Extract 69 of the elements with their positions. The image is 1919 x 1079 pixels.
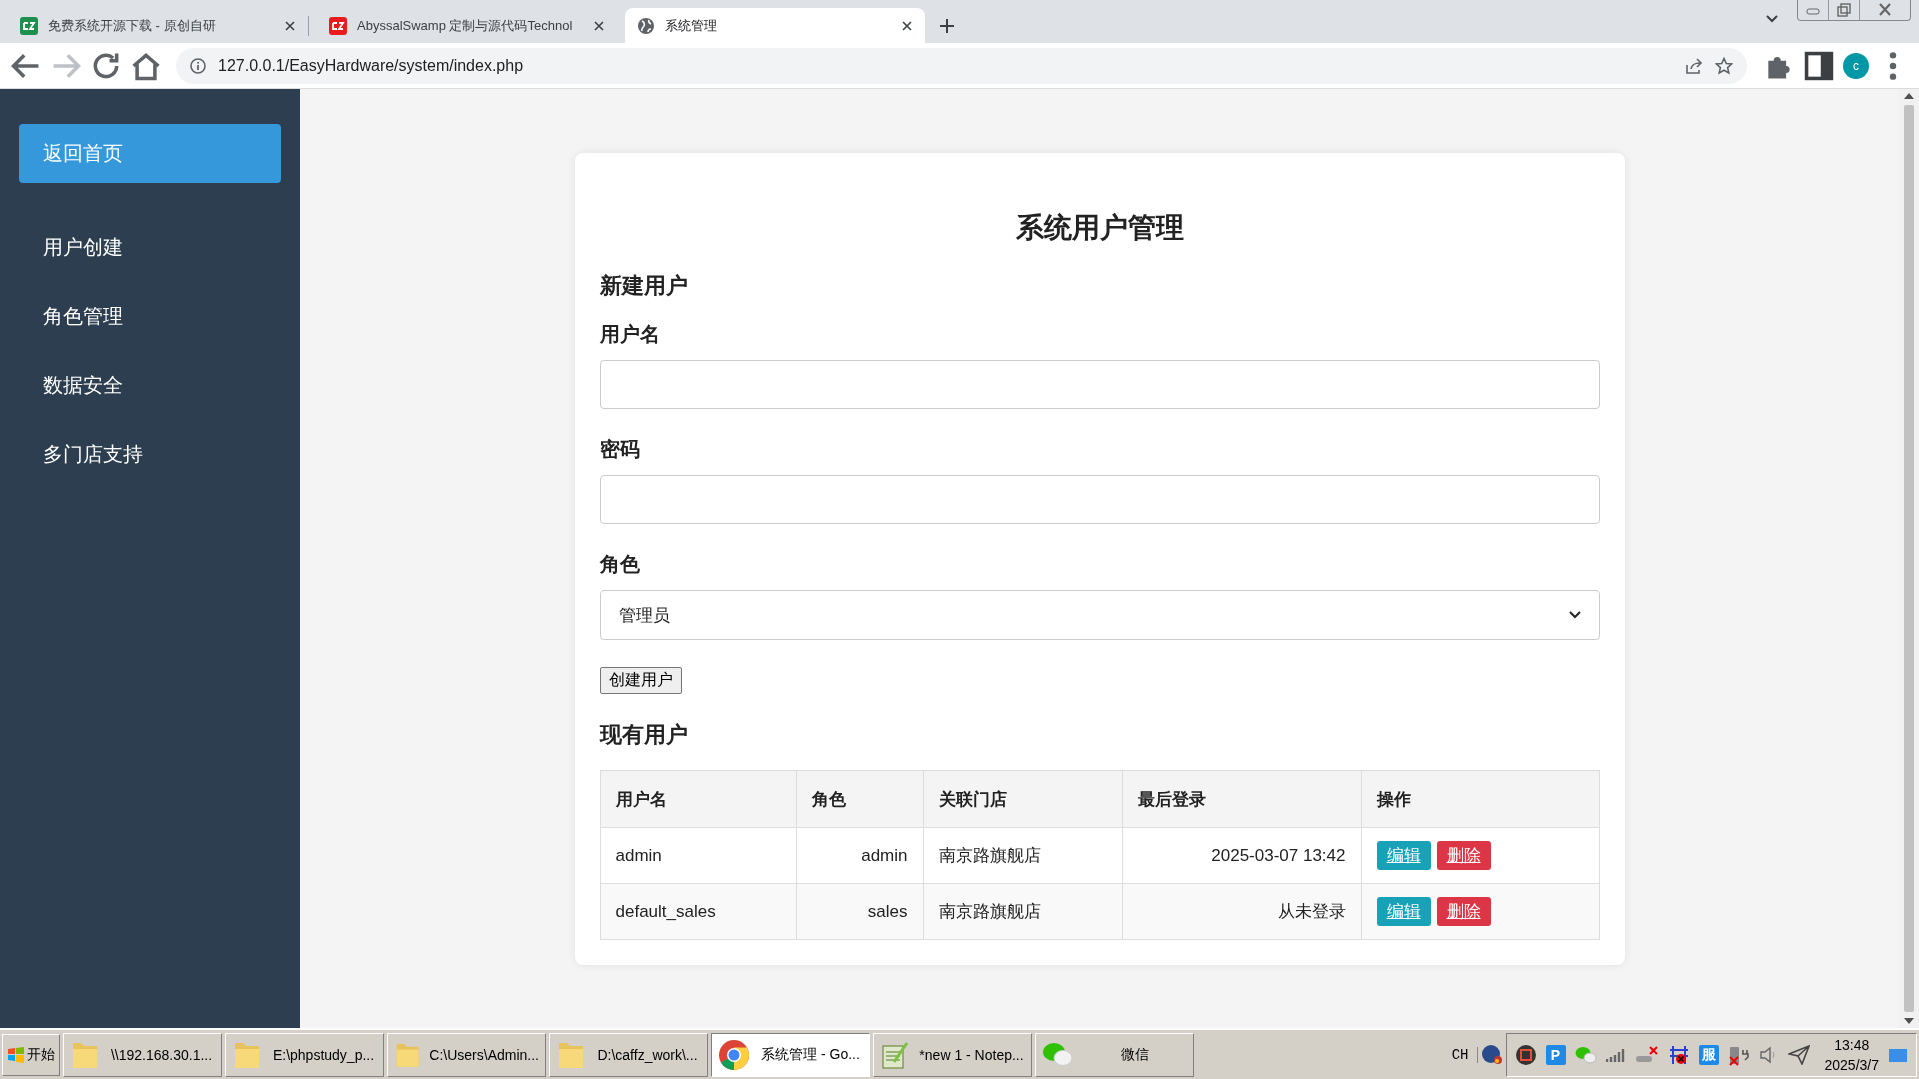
taskbar-button[interactable]: *new 1 - Notep... bbox=[873, 1032, 1032, 1077]
close-icon[interactable] bbox=[593, 19, 605, 32]
column-header: 最后登录 bbox=[1122, 770, 1361, 828]
section-heading: 现有用户 bbox=[599, 721, 689, 749]
table-cell: default_sales bbox=[600, 883, 796, 940]
table-cell: 南京路旗舰店 bbox=[923, 883, 1122, 940]
chevron-down-icon[interactable] bbox=[1765, 14, 1779, 24]
side-panel-icon[interactable] bbox=[1803, 49, 1835, 82]
caret-icon bbox=[1568, 611, 1581, 619]
scroll-down-icon bbox=[1904, 1018, 1914, 1024]
table-cell: 南京路旗舰店 bbox=[923, 827, 1122, 884]
close-icon[interactable] bbox=[284, 19, 296, 32]
taskbar-button[interactable]: E:\phpstudy_p... bbox=[225, 1032, 384, 1077]
globe-icon bbox=[637, 16, 655, 35]
role-dropdown[interactable]: 管理员 bbox=[599, 590, 1600, 640]
sidebar-link[interactable]: 数据安全 bbox=[19, 356, 281, 415]
taskbar-button[interactable]: \\192.168.30.1... bbox=[63, 1032, 222, 1077]
table-cell: 2025-03-07 13:42 bbox=[1122, 827, 1361, 884]
clock-date: 2025/3/7 bbox=[1824, 1055, 1879, 1075]
browser-tab[interactable]: AbyssalSwamp 定制与源代码Technol bbox=[317, 8, 617, 43]
close-icon[interactable] bbox=[901, 19, 913, 32]
record-icon[interactable] bbox=[1514, 1043, 1537, 1066]
password-field[interactable] bbox=[599, 475, 1600, 524]
tray-badge-icon[interactable]: 服 bbox=[1698, 1044, 1719, 1065]
signal-bars-icon[interactable] bbox=[1605, 1046, 1626, 1063]
info-icon bbox=[190, 57, 206, 74]
column-header: 角色 bbox=[796, 770, 923, 828]
windows-logo-icon bbox=[7, 1045, 25, 1064]
scrollbar[interactable] bbox=[1899, 89, 1919, 1028]
table-cell: admin bbox=[796, 827, 923, 884]
browser-tab[interactable]: 系统管理 bbox=[625, 8, 925, 43]
column-header: 操作 bbox=[1361, 770, 1599, 828]
sidebar-link[interactable]: 角色管理 bbox=[19, 287, 281, 346]
profile-avatar[interactable]: c bbox=[1843, 52, 1869, 79]
scroll-up-icon bbox=[1904, 93, 1914, 99]
share-icon[interactable] bbox=[1685, 56, 1703, 75]
field-label: 用户名 bbox=[599, 322, 661, 347]
table-cell: admin bbox=[600, 827, 796, 884]
paper-plane-icon[interactable] bbox=[1787, 1044, 1810, 1065]
table-cell: 从未登录 bbox=[1122, 883, 1361, 940]
language-indicator[interactable]: CH bbox=[1451, 1046, 1478, 1063]
chrome-logo-icon bbox=[718, 1038, 750, 1071]
table-cell: sales bbox=[796, 883, 923, 940]
delete-button[interactable]: 删除 bbox=[1436, 841, 1491, 870]
new-tab-icon[interactable] bbox=[939, 18, 955, 34]
field-label: 角色 bbox=[599, 552, 641, 577]
taskbar-button[interactable]: 系统管理 - Go... bbox=[711, 1032, 870, 1077]
sidebar-link[interactable]: 用户创建 bbox=[19, 218, 281, 277]
field-label: 密码 bbox=[599, 437, 641, 462]
column-header: 用户名 bbox=[600, 770, 796, 828]
input-method-icon[interactable] bbox=[1480, 1043, 1503, 1066]
clock-time: 13:48 bbox=[1834, 1035, 1870, 1055]
sidebar-link[interactable]: 多门店支持 bbox=[19, 425, 281, 484]
page-title: 系统用户管理 bbox=[1014, 211, 1185, 245]
taskbar-button[interactable]: D:\caffz_work\... bbox=[549, 1032, 708, 1077]
taskbar-button[interactable]: C:\Users\Admin... bbox=[387, 1032, 546, 1077]
address-bar[interactable]: 127.0.0.1/EasyHardware/system/index.php bbox=[176, 47, 1747, 84]
chat-bubbles-icon bbox=[1042, 1040, 1074, 1069]
tray-badge-icon[interactable]: P bbox=[1545, 1044, 1566, 1065]
username-field[interactable] bbox=[599, 360, 1600, 409]
browser-tab[interactable]: 免费系统开源下载 - 原创自研 bbox=[8, 8, 308, 43]
create-user-button[interactable]: 创建用户 bbox=[599, 667, 682, 694]
taskbar-button[interactable]: 微信 bbox=[1035, 1032, 1194, 1077]
section-heading: 新建用户 bbox=[599, 272, 689, 300]
start-button[interactable]: 开始 bbox=[2, 1033, 60, 1076]
star-icon[interactable] bbox=[1715, 56, 1733, 75]
delete-button[interactable]: 删除 bbox=[1436, 897, 1491, 926]
column-header: 关联门店 bbox=[923, 770, 1122, 828]
network-error-icon[interactable] bbox=[1667, 1043, 1690, 1066]
